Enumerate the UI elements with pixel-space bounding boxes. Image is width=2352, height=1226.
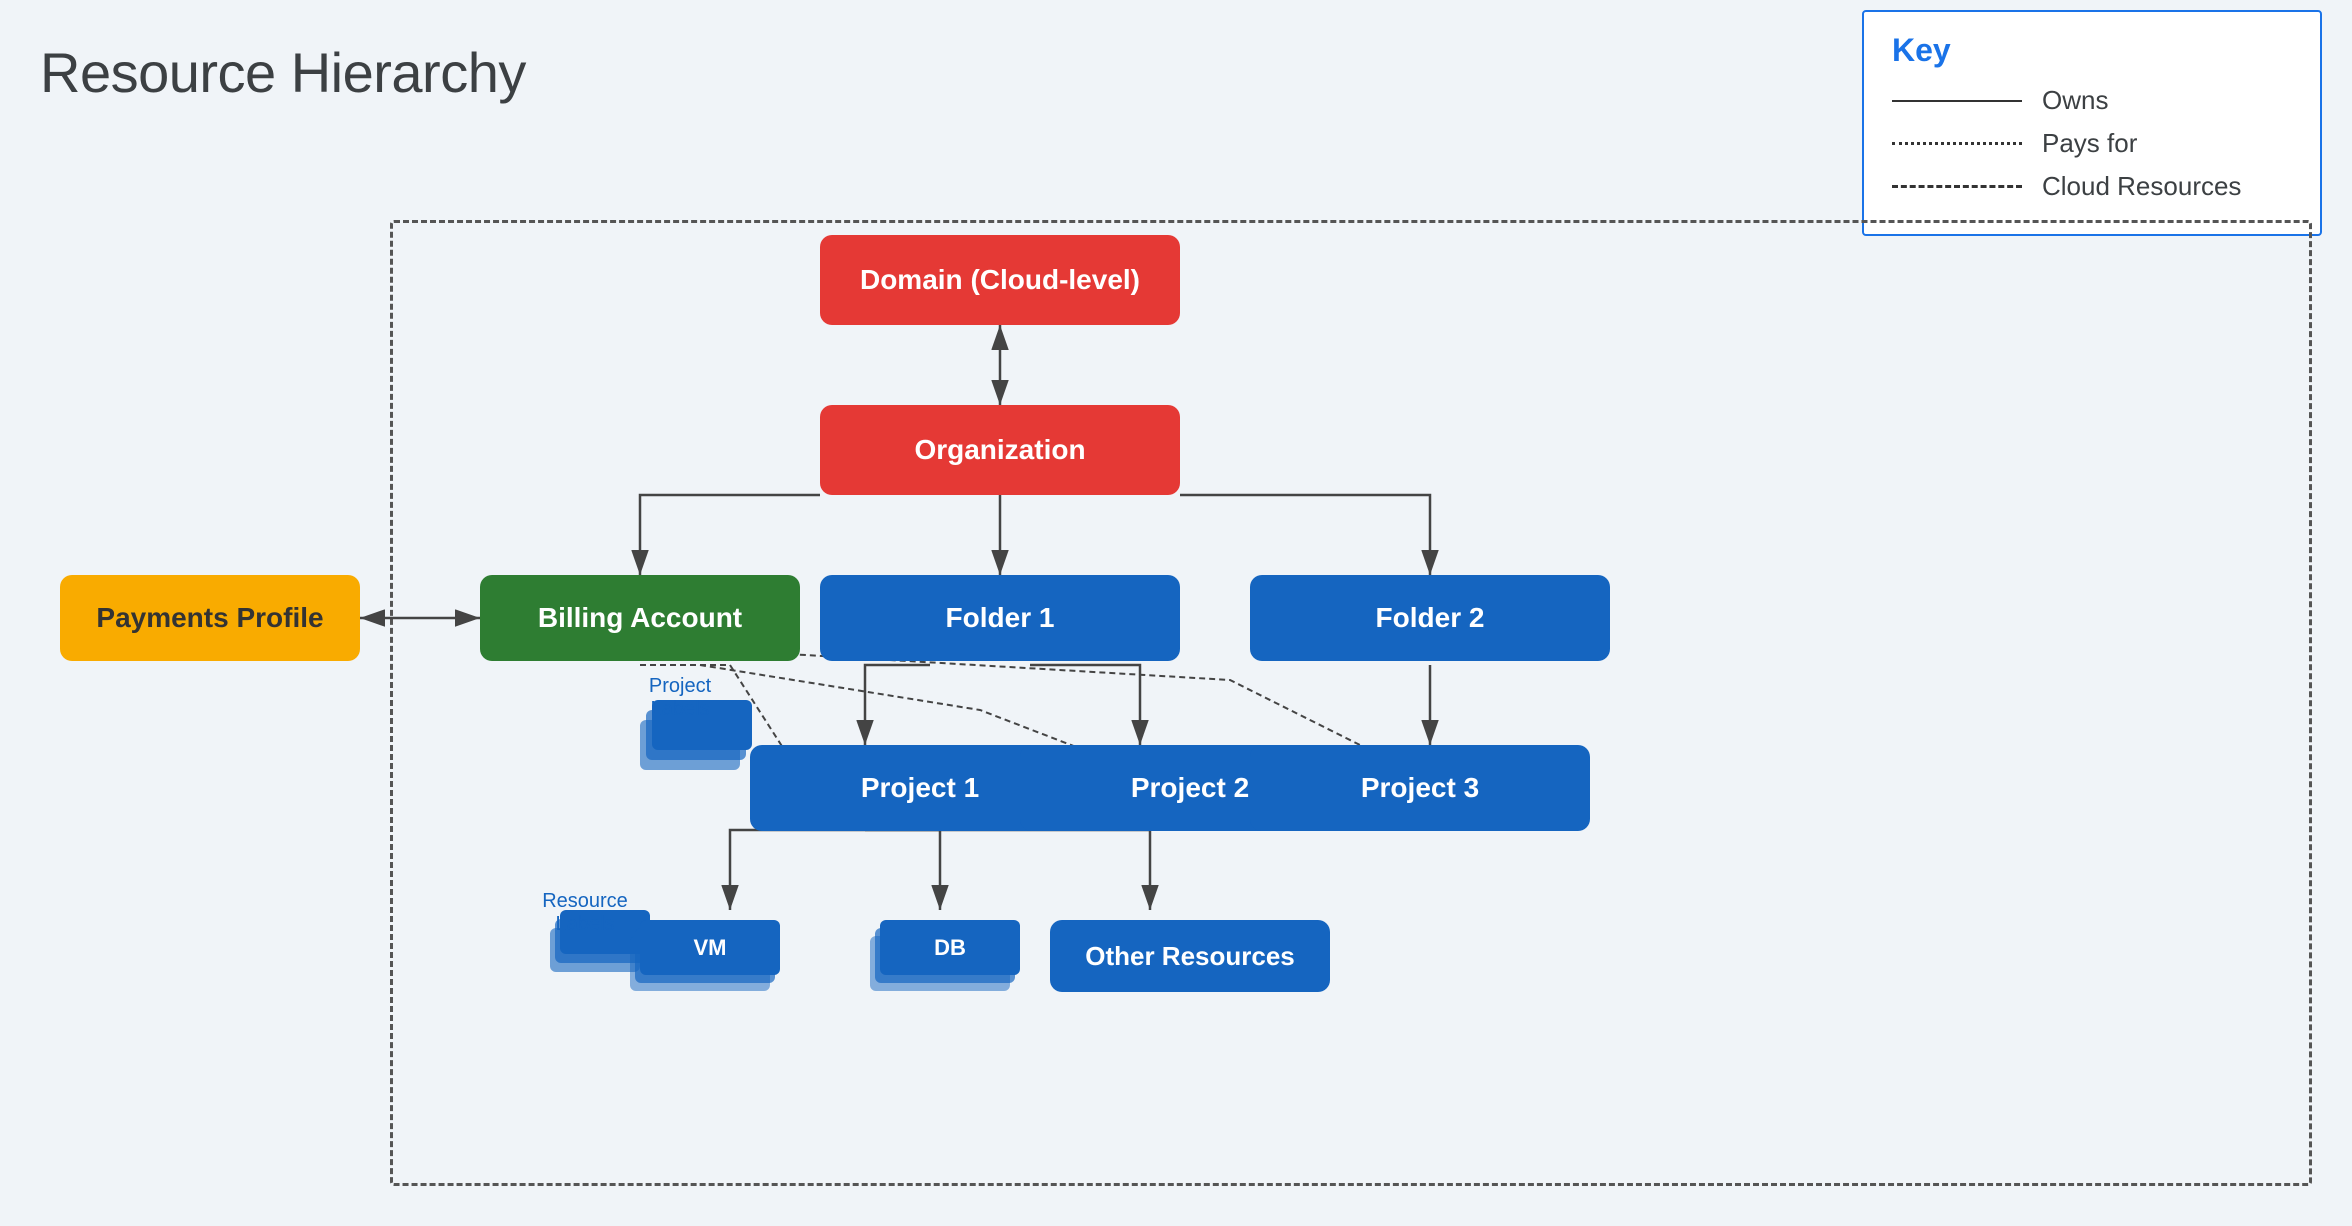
folder2-node: Folder 2 [1250,575,1610,661]
key-title: Key [1892,32,2292,69]
key-item-owns: Owns [1892,85,2292,116]
other-resources-node: Other Resources [1050,920,1330,992]
billing-account-node: Billing Account [480,575,800,661]
owns-label: Owns [2042,85,2108,116]
payments-profile-node: Payments Profile [60,575,360,661]
resource-labels-text: Resource Labels [520,890,650,936]
project3-node: Project 3 [1250,745,1590,831]
owns-line-icon [1892,100,2022,102]
diagram: Domain (Cloud-level) Organization Paymen… [30,120,2322,1196]
page-title: Resource Hierarchy [40,40,526,105]
domain-node: Domain (Cloud-level) [820,235,1180,325]
project-labels-text: Project Labels [620,675,740,721]
organization-node: Organization [820,405,1180,495]
folder1-node: Folder 1 [820,575,1180,661]
